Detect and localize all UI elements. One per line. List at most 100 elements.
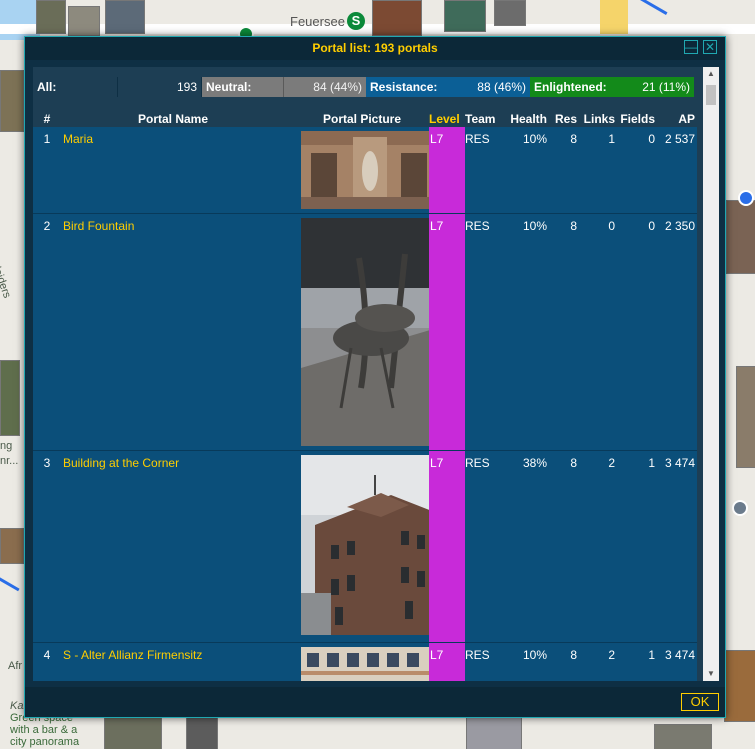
dialog-titlebar[interactable]: Portal list: 193 portals — ✕ — [25, 37, 725, 60]
column-header-name[interactable]: Portal Name — [63, 112, 283, 126]
map-portal-thumbnail[interactable] — [466, 716, 522, 749]
summary-enlightened-label: Enlightened: — [534, 80, 607, 94]
map-portal-thumbnail[interactable] — [68, 6, 100, 36]
portal-list-dialog: Portal list: 193 portals — ✕ All: 193 Ne… — [24, 36, 726, 718]
close-icon: ✕ — [704, 40, 716, 54]
table-row[interactable]: 4 S - Alter Allianz Firmensitz L7 RES 10… — [33, 643, 697, 681]
portal-health: 10% — [522, 132, 547, 146]
map-portal-thumbnail[interactable] — [0, 70, 24, 132]
column-header-level[interactable]: Level — [429, 112, 463, 126]
map-portal-thumbnail[interactable] — [104, 716, 162, 749]
map-portal-thumbnail[interactable] — [36, 0, 66, 34]
map-rail-line — [640, 0, 668, 15]
row-number: 4 — [43, 648, 51, 662]
portal-links: 1 — [608, 132, 615, 146]
table-row[interactable]: 1 Maria L7 RES 10% 8 1 0 2 537 — [33, 127, 697, 214]
summary-neutral[interactable]: Neutral: 84 (44%) — [202, 77, 366, 97]
portal-name-link[interactable]: Maria — [63, 132, 301, 146]
map-portal-thumbnail[interactable] — [0, 360, 20, 436]
portal-fields: 1 — [648, 456, 655, 470]
map-portal-thumbnail[interactable] — [186, 716, 218, 749]
summary-all-label: All: — [37, 80, 57, 94]
scrollbar-thumb[interactable] — [706, 85, 716, 105]
portal-image-allianz-building — [301, 647, 437, 681]
portal-resonators: 8 — [570, 132, 577, 146]
summary-all[interactable]: All: 193 — [33, 77, 202, 97]
map-portal-thumbnail[interactable] — [724, 650, 755, 722]
portal-name-link[interactable]: Building at the Corner — [63, 456, 301, 470]
column-header-links[interactable]: Links — [579, 112, 615, 126]
map-portal-thumbnail[interactable] — [0, 528, 24, 564]
scroll-up-arrow-icon[interactable]: ▲ — [703, 67, 719, 81]
portal-resonators: 8 — [570, 648, 577, 662]
dialog-title: Portal list: 193 portals — [312, 41, 438, 55]
column-header-number[interactable]: # — [37, 112, 57, 126]
portal-team: RES — [465, 456, 490, 470]
vertical-scrollbar[interactable]: ▲ ▼ — [703, 67, 719, 681]
s-bahn-station-badge[interactable]: S — [347, 12, 365, 30]
portal-name-link[interactable]: Bird Fountain — [63, 219, 301, 233]
map-portal-thumbnail[interactable] — [654, 724, 712, 749]
portal-ap: 2 350 — [664, 219, 695, 233]
row-number: 1 — [43, 132, 51, 146]
portal-picture[interactable] — [301, 131, 437, 209]
ok-button[interactable]: OK — [681, 693, 719, 711]
portal-picture[interactable] — [301, 455, 437, 635]
map-portal-thumbnail[interactable] — [494, 0, 526, 26]
row-number: 2 — [43, 219, 51, 233]
row-number: 3 — [43, 456, 51, 470]
portal-level: L7 — [430, 132, 444, 146]
column-header-resonators[interactable]: Res — [549, 112, 577, 126]
portal-level: L7 — [430, 219, 444, 233]
dialog-footer: OK — [25, 687, 725, 717]
scroll-down-arrow-icon[interactable]: ▼ — [703, 667, 719, 681]
portal-health: 38% — [522, 456, 547, 470]
portal-fields: 1 — [648, 648, 655, 662]
close-button[interactable]: ✕ — [703, 40, 717, 54]
divider — [117, 77, 118, 97]
map-portal-thumbnail[interactable] — [726, 200, 755, 274]
portal-level: L7 — [430, 648, 444, 662]
map-poi-pin[interactable] — [738, 190, 754, 206]
summary-enlightened[interactable]: Enlightened: 21 (11%) — [530, 77, 694, 97]
map-label-ng: ng — [0, 440, 13, 452]
portal-image-corner-building — [301, 455, 437, 635]
map-portal-thumbnail[interactable] — [372, 0, 422, 36]
table-row[interactable]: 3 Building at the Corner L7 RES 38% 8 2 … — [33, 451, 697, 643]
divider — [283, 77, 284, 97]
portal-team: RES — [465, 648, 490, 662]
map-water — [0, 0, 40, 40]
summary-resistance-value: 88 (46%) — [477, 80, 526, 94]
portal-list-content[interactable]: All: 193 Neutral: 84 (44%) Resistance: 8… — [33, 67, 709, 681]
map-label-afr: Afr — [8, 660, 23, 672]
minimize-button[interactable]: — — [684, 40, 698, 54]
column-header-team[interactable]: Team — [465, 112, 499, 126]
portal-resonators: 8 — [570, 219, 577, 233]
summary-neutral-value: 84 (44%) — [313, 80, 362, 94]
portal-ap: 3 474 — [664, 456, 695, 470]
column-header-ap[interactable]: AP — [659, 112, 695, 126]
map-portal-thumbnail[interactable] — [105, 0, 145, 34]
map-poi-pin[interactable] — [732, 500, 748, 516]
portal-health: 10% — [522, 648, 547, 662]
portal-fields: 0 — [648, 219, 655, 233]
table-row[interactable]: 2 Bird Fountain L7 RES 10% 8 0 0 2 350 — [33, 214, 697, 451]
column-header-health[interactable]: Health — [503, 112, 547, 126]
portal-name-link[interactable]: S - Alter Allianz Firmensitz — [63, 648, 301, 662]
map-portal-thumbnail[interactable] — [444, 0, 486, 32]
faction-summary-bar: All: 193 Neutral: 84 (44%) Resistance: 8… — [33, 77, 709, 97]
map-road — [600, 0, 628, 34]
table-header: # Portal Name Portal Picture Level Team … — [33, 109, 697, 127]
map-portal-thumbnail[interactable] — [736, 366, 755, 468]
summary-all-value: 193 — [176, 80, 197, 94]
portal-picture[interactable] — [301, 647, 437, 681]
column-header-fields[interactable]: Fields — [619, 112, 655, 126]
portal-health: 10% — [522, 219, 547, 233]
portal-picture[interactable] — [301, 218, 437, 446]
portal-image-bird-fountain — [301, 218, 437, 446]
portal-team: RES — [465, 132, 490, 146]
summary-neutral-label: Neutral: — [206, 80, 252, 94]
portal-links: 2 — [608, 648, 615, 662]
summary-resistance[interactable]: Resistance: 88 (46%) — [366, 77, 530, 97]
map-rail-line — [0, 568, 20, 592]
